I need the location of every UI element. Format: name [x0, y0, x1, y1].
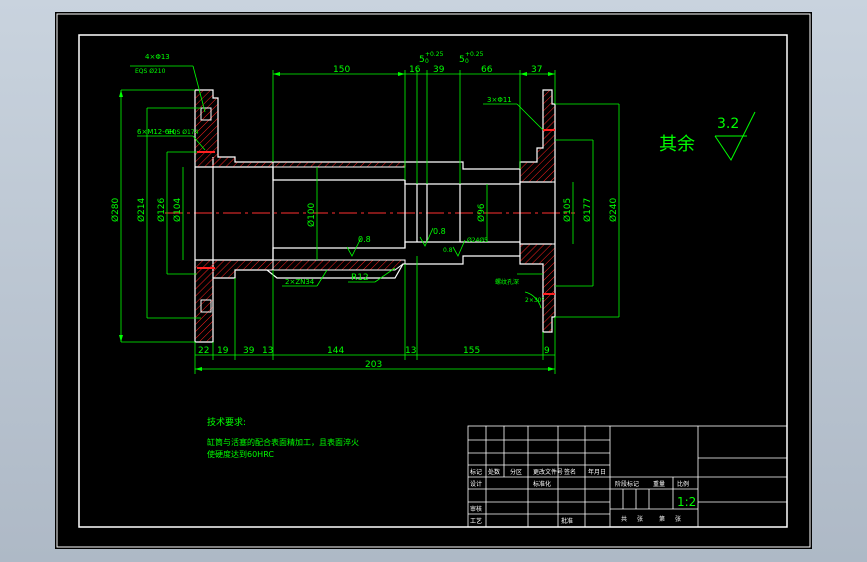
title-block [467, 425, 788, 528]
surface-finish-label: 其余 [659, 134, 695, 155]
tb-sheet-1: 张 [637, 515, 643, 523]
notes-line-1: 缸筒与活塞的配合表面精加工，且表面淬火 [207, 437, 359, 447]
tb-r1-2: 分区 [510, 468, 522, 476]
tb-r1-3: 更改文件号 [533, 468, 563, 476]
surface-finish-symbol: 其余 3.2 [659, 111, 756, 161]
tb-r1-0: 标记 [470, 468, 482, 476]
dim-overall: 203 [365, 360, 382, 370]
diam-280: Ø280 [110, 197, 121, 222]
cad-drawing: 150 16 39 66 37 5 +0.25 0 5 +0.25 0 22 1… [56, 13, 811, 548]
tol-1-sub: 0 [425, 58, 429, 65]
tol-2-base: 5 [459, 55, 465, 65]
dim-bot-2: 19 [217, 346, 229, 356]
dimension-arrows [119, 72, 555, 371]
tb-r1-1: 处数 [488, 468, 500, 476]
callout-holes-top-left-sub: EQS Ø210 [135, 68, 166, 75]
tb-r1-5: 年月日 [588, 468, 606, 476]
diam-240: Ø240 [608, 197, 619, 222]
dim-bot-5: 144 [327, 346, 344, 356]
tb-r4-2: 批准 [561, 517, 573, 525]
outer-border [56, 13, 811, 548]
tb-sheet-3: 张 [675, 515, 681, 523]
callout-thread-sub: EQS Ø174 [168, 129, 199, 136]
callout-radius: R12 [351, 273, 369, 283]
callout-chamfer: 2×ZN34 [285, 278, 315, 286]
inner-frame [78, 34, 788, 528]
tb-r1-4: 签名 [564, 468, 576, 476]
diam-inner-96: Ø96 [476, 203, 487, 222]
notes-title: 技术要求: [207, 416, 246, 428]
dim-bot-8: 9 [544, 346, 550, 356]
diam-inner-100: Ø100 [306, 202, 317, 227]
tol-2-sub: 0 [465, 58, 469, 65]
drawing-canvas: 150 16 39 66 37 5 +0.25 0 5 +0.25 0 22 1… [55, 12, 812, 549]
dim-top-1: 150 [333, 65, 350, 75]
tol-1-sup: +0.25 [425, 51, 444, 58]
tb-stage-2: 比例 [677, 480, 689, 488]
diam-104: Ø104 [172, 197, 183, 222]
dim-bot-4: 13 [262, 346, 273, 356]
dim-bot-3: 39 [243, 346, 255, 356]
dim-top-4: 66 [481, 65, 493, 75]
dim-top-5: 37 [531, 65, 542, 75]
tol-1-base: 5 [419, 55, 425, 65]
roughness-1: 0.8 [358, 235, 371, 244]
callout-holes-right: 3×Φ11 [487, 96, 512, 104]
tb-stage-1: 重量 [653, 480, 665, 488]
dim-bot-1: 22 [198, 346, 209, 356]
roughness-2: 0.8 [433, 227, 446, 236]
tb-r2-0: 设计 [470, 480, 482, 488]
diam-177: Ø177 [582, 198, 593, 222]
tb-sheet-2: 第 [659, 515, 665, 523]
callout-note-right: 螺纹孔深 [495, 278, 519, 286]
tb-r2-2: 标准化 [533, 480, 551, 488]
dim-bot-7: 155 [463, 346, 480, 356]
section-hatch [194, 89, 556, 343]
callout-holes-top-left: 4×Φ13 [145, 53, 170, 61]
tb-sheet-0: 共 [621, 515, 627, 523]
surface-finish-value: 3.2 [717, 116, 739, 132]
notes-line-2: 使硬度达到60HRC [207, 449, 274, 459]
dim-bot-6: 13 [405, 346, 416, 356]
tb-r4-0: 工艺 [470, 517, 482, 525]
diam-214: Ø214 [136, 197, 147, 222]
tb-stage-0: 阶段标记 [615, 480, 639, 488]
callout-angle-2: 2×30° [525, 297, 544, 304]
diam-126: Ø126 [156, 197, 167, 222]
dim-top-2: 16 [409, 65, 421, 75]
tb-scale: 1:2 [677, 495, 696, 509]
dim-top-3: 39 [433, 65, 445, 75]
roughness-3: 0.8 [443, 247, 453, 254]
diam-105: Ø105 [562, 198, 573, 222]
tb-r3-0: 审核 [470, 505, 482, 513]
tol-2-sup: +0.25 [465, 51, 484, 58]
technical-notes: 技术要求: 缸筒与活塞的配合表面精加工，且表面淬火 使硬度达到60HRC [207, 416, 359, 459]
part-outline [194, 89, 556, 343]
callout-angle: Ø24Ø5 [467, 237, 488, 244]
title-block-text: 标记 处数 分区 更改文件号 签名 年月日 设计 标准化 审核 工艺 批准 阶段… [470, 468, 689, 525]
